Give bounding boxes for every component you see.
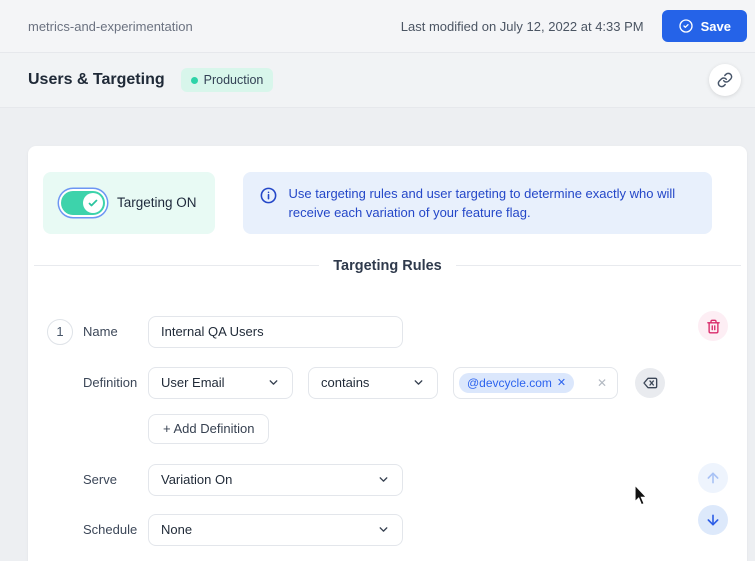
- backspace-icon: [642, 375, 658, 391]
- delete-rule-button[interactable]: [698, 311, 728, 341]
- page-header: Users & Targeting Production: [0, 53, 755, 108]
- property-select[interactable]: User Email: [148, 366, 293, 399]
- targeting-toggle-box: Targeting ON: [43, 172, 215, 234]
- move-rule-down-button[interactable]: [698, 505, 728, 535]
- add-definition-row: + Add Definition: [28, 413, 747, 444]
- rule-name-row: 1 Name: [28, 315, 747, 348]
- toggle-knob: [83, 192, 103, 213]
- rule-definition-row: Definition User Email contains @devcycle…: [28, 366, 747, 399]
- environment-badge-label: Production: [203, 73, 264, 87]
- targeting-card: Targeting ON Use targeting rules and use…: [28, 146, 747, 561]
- topbar: metrics-and-experimentation Last modifie…: [0, 0, 755, 53]
- serve-select-value: Variation On: [161, 472, 233, 488]
- rule-name-label: Name: [83, 324, 118, 340]
- serve-select[interactable]: Variation On: [148, 463, 403, 496]
- environment-badge: Production: [180, 68, 274, 92]
- environment-dot-icon: [190, 76, 198, 84]
- schedule-select[interactable]: None: [148, 513, 403, 546]
- rule-schedule-row: Schedule None: [28, 513, 747, 546]
- chevron-down-icon: [267, 376, 280, 389]
- toggle-check-icon: [88, 199, 98, 207]
- check-circle-icon: [678, 18, 694, 34]
- targeting-status-row: Targeting ON Use targeting rules and use…: [28, 172, 747, 234]
- rule-serve-row: Serve Variation On: [28, 463, 747, 496]
- property-select-value: User Email: [161, 375, 225, 391]
- targeting-info-box: Use targeting rules and user targeting t…: [242, 172, 712, 234]
- screen: metrics-and-experimentation Last modifie…: [0, 0, 755, 561]
- last-modified-text: Last modified on July 12, 2022 at 4:33 P…: [400, 18, 644, 34]
- add-definition-button[interactable]: + Add Definition: [148, 413, 270, 444]
- trash-icon: [706, 319, 721, 334]
- rule-name-input[interactable]: [148, 315, 403, 348]
- value-chip: @devcycle.com ✕: [459, 372, 575, 393]
- clear-values-icon[interactable]: ✕: [597, 376, 607, 390]
- comparator-select-value: contains: [321, 375, 370, 391]
- targeting-toggle-label: Targeting ON: [117, 195, 197, 211]
- arrow-down-icon: [705, 512, 721, 528]
- rule-schedule-label: Schedule: [83, 522, 138, 538]
- save-button-label: Save: [700, 18, 731, 34]
- targeting-rules-title: Targeting Rules: [333, 257, 442, 274]
- comparator-select[interactable]: contains: [308, 366, 438, 399]
- divider-line: [455, 265, 741, 267]
- save-button[interactable]: Save: [661, 10, 747, 42]
- topbar-right: Last modified on July 12, 2022 at 4:33 P…: [401, 10, 747, 42]
- rule-serve-label: Serve: [83, 472, 117, 488]
- page-title: Users & Targeting: [28, 71, 165, 88]
- breadcrumb: metrics-and-experimentation: [28, 18, 193, 34]
- link-icon: [717, 72, 733, 88]
- move-rule-up-button[interactable]: [698, 463, 728, 493]
- clear-definition-button[interactable]: [635, 367, 665, 398]
- info-icon: [259, 183, 278, 205]
- rule-definition-label: Definition: [83, 375, 138, 391]
- chevron-down-icon: [377, 473, 390, 486]
- chevron-down-icon: [377, 523, 390, 536]
- schedule-select-value: None: [161, 522, 193, 538]
- copy-link-button[interactable]: [709, 64, 741, 96]
- chevron-down-icon: [412, 376, 425, 389]
- value-chip-label: @devcycle.com: [467, 375, 552, 390]
- definition-values-input[interactable]: @devcycle.com ✕ ✕: [453, 366, 618, 399]
- rule-number-badge: 1: [47, 318, 73, 345]
- targeting-info-text: Use targeting rules and user targeting t…: [288, 186, 676, 220]
- arrow-up-icon: [705, 470, 721, 486]
- divider-line: [34, 265, 320, 267]
- rule-number-gutter: 1: [47, 318, 83, 345]
- chip-remove-icon[interactable]: ✕: [557, 376, 566, 389]
- targeting-toggle[interactable]: [61, 190, 105, 215]
- targeting-rules-divider: Targeting Rules: [34, 258, 741, 274]
